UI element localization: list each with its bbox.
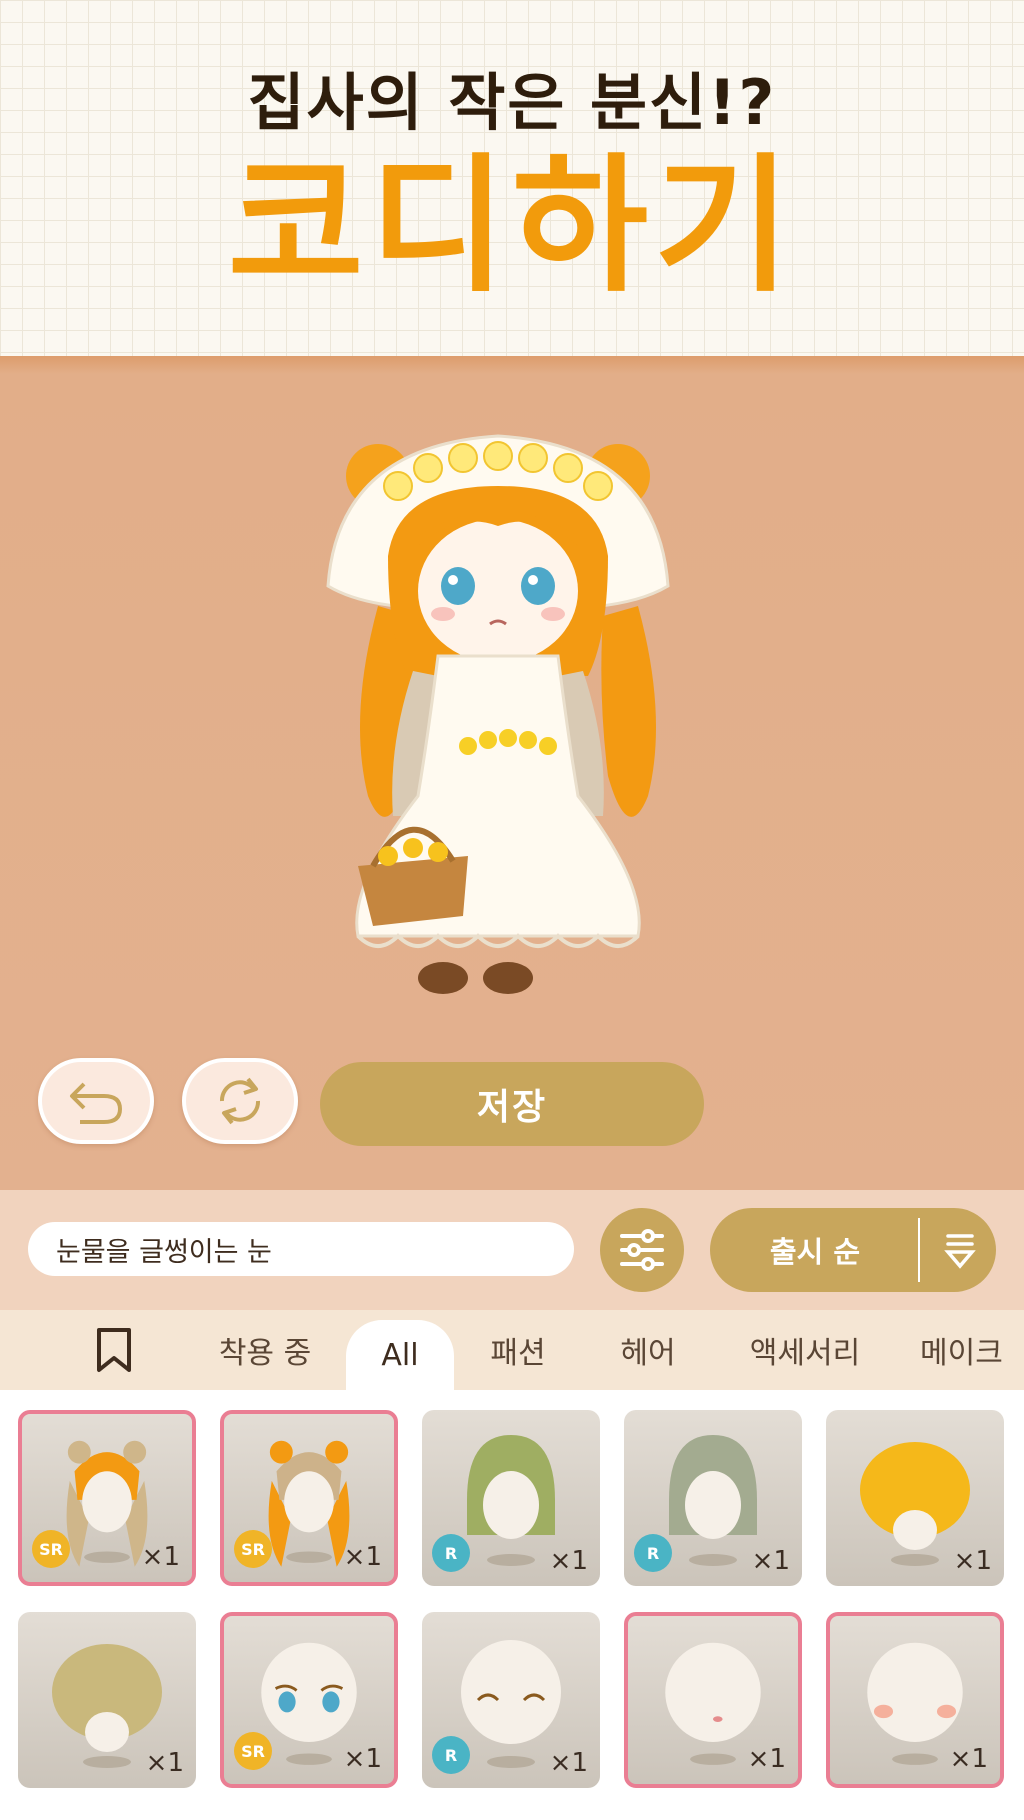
item-card[interactable]: ×1 bbox=[18, 1612, 196, 1788]
item-quantity: ×1 bbox=[751, 1546, 790, 1576]
item-quantity: ×1 bbox=[549, 1748, 588, 1778]
undo-icon bbox=[70, 1082, 123, 1124]
rarity-badge: SR bbox=[234, 1732, 272, 1770]
item-card[interactable]: R ×1 bbox=[422, 1612, 600, 1788]
rarity-badge: R bbox=[432, 1736, 470, 1774]
reset-button[interactable] bbox=[182, 1058, 298, 1144]
item-quantity: ×1 bbox=[343, 1744, 382, 1774]
tab-makeup[interactable]: 메이크 bbox=[920, 1310, 1024, 1390]
avatar-stage: 저장 bbox=[0, 356, 1024, 1190]
sort-label: 출시 순 bbox=[769, 1235, 861, 1269]
tab-accessory[interactable]: 액세서리 bbox=[730, 1310, 880, 1390]
rarity-badge: SR bbox=[32, 1530, 70, 1568]
tab-fashion[interactable]: 패션 bbox=[466, 1310, 570, 1390]
avatar-character bbox=[326, 434, 670, 994]
item-quantity: ×1 bbox=[141, 1542, 180, 1572]
category-tabs: 착용 중 All 패션 헤어 액세서리 메이크 bbox=[0, 1310, 1024, 1390]
item-card[interactable]: SR ×1 bbox=[18, 1410, 196, 1586]
item-card[interactable]: SR ×1 bbox=[220, 1612, 398, 1788]
rarity-badge: R bbox=[432, 1534, 470, 1572]
tab-hair[interactable]: 헤어 bbox=[596, 1310, 700, 1390]
undo-button[interactable] bbox=[38, 1058, 154, 1144]
item-card[interactable]: ×1 bbox=[624, 1612, 802, 1788]
tab-wearing[interactable]: 착용 중 bbox=[196, 1310, 334, 1390]
item-toolbar: 눈물을 글썽이는 눈 출시 순 bbox=[0, 1190, 1024, 1310]
banner-title: 코디하기 bbox=[227, 140, 797, 312]
item-quantity: ×1 bbox=[145, 1748, 184, 1778]
item-quantity: ×1 bbox=[747, 1744, 786, 1774]
tab-all[interactable]: All bbox=[346, 1320, 454, 1390]
item-quantity: ×1 bbox=[343, 1542, 382, 1572]
item-quantity: ×1 bbox=[549, 1546, 588, 1576]
item-quantity: ×1 bbox=[953, 1546, 992, 1576]
sort-divider bbox=[918, 1218, 920, 1282]
save-button[interactable]: 저장 bbox=[320, 1062, 704, 1146]
promo-banner: 집사의 작은 분신!? 코디하기 bbox=[0, 0, 1024, 356]
item-card[interactable]: R ×1 bbox=[422, 1410, 600, 1586]
sort-order-icon bbox=[944, 1234, 976, 1269]
item-quantity: ×1 bbox=[949, 1744, 988, 1774]
rarity-badge: SR bbox=[234, 1530, 272, 1568]
banner-subtitle: 집사의 작은 분신!? bbox=[247, 66, 777, 139]
sliders-icon bbox=[620, 1229, 664, 1271]
tab-bookmark[interactable] bbox=[74, 1310, 154, 1390]
rarity-badge: R bbox=[634, 1534, 672, 1572]
item-card[interactable]: ×1 bbox=[826, 1612, 1004, 1788]
filter-button[interactable] bbox=[600, 1208, 684, 1292]
item-card[interactable]: SR ×1 bbox=[220, 1410, 398, 1586]
search-input[interactable]: 눈물을 글썽이는 눈 bbox=[28, 1222, 574, 1276]
item-grid: SR ×1 SR ×1 R ×1 R ×1 ×1 ×1 SR ×1 R ×1 ×… bbox=[0, 1390, 1024, 1820]
bookmark-icon bbox=[97, 1328, 131, 1372]
rotate-icon bbox=[219, 1077, 261, 1125]
item-card[interactable]: ×1 bbox=[826, 1410, 1004, 1586]
sort-button[interactable]: 출시 순 bbox=[710, 1208, 996, 1292]
item-card[interactable]: R ×1 bbox=[624, 1410, 802, 1586]
